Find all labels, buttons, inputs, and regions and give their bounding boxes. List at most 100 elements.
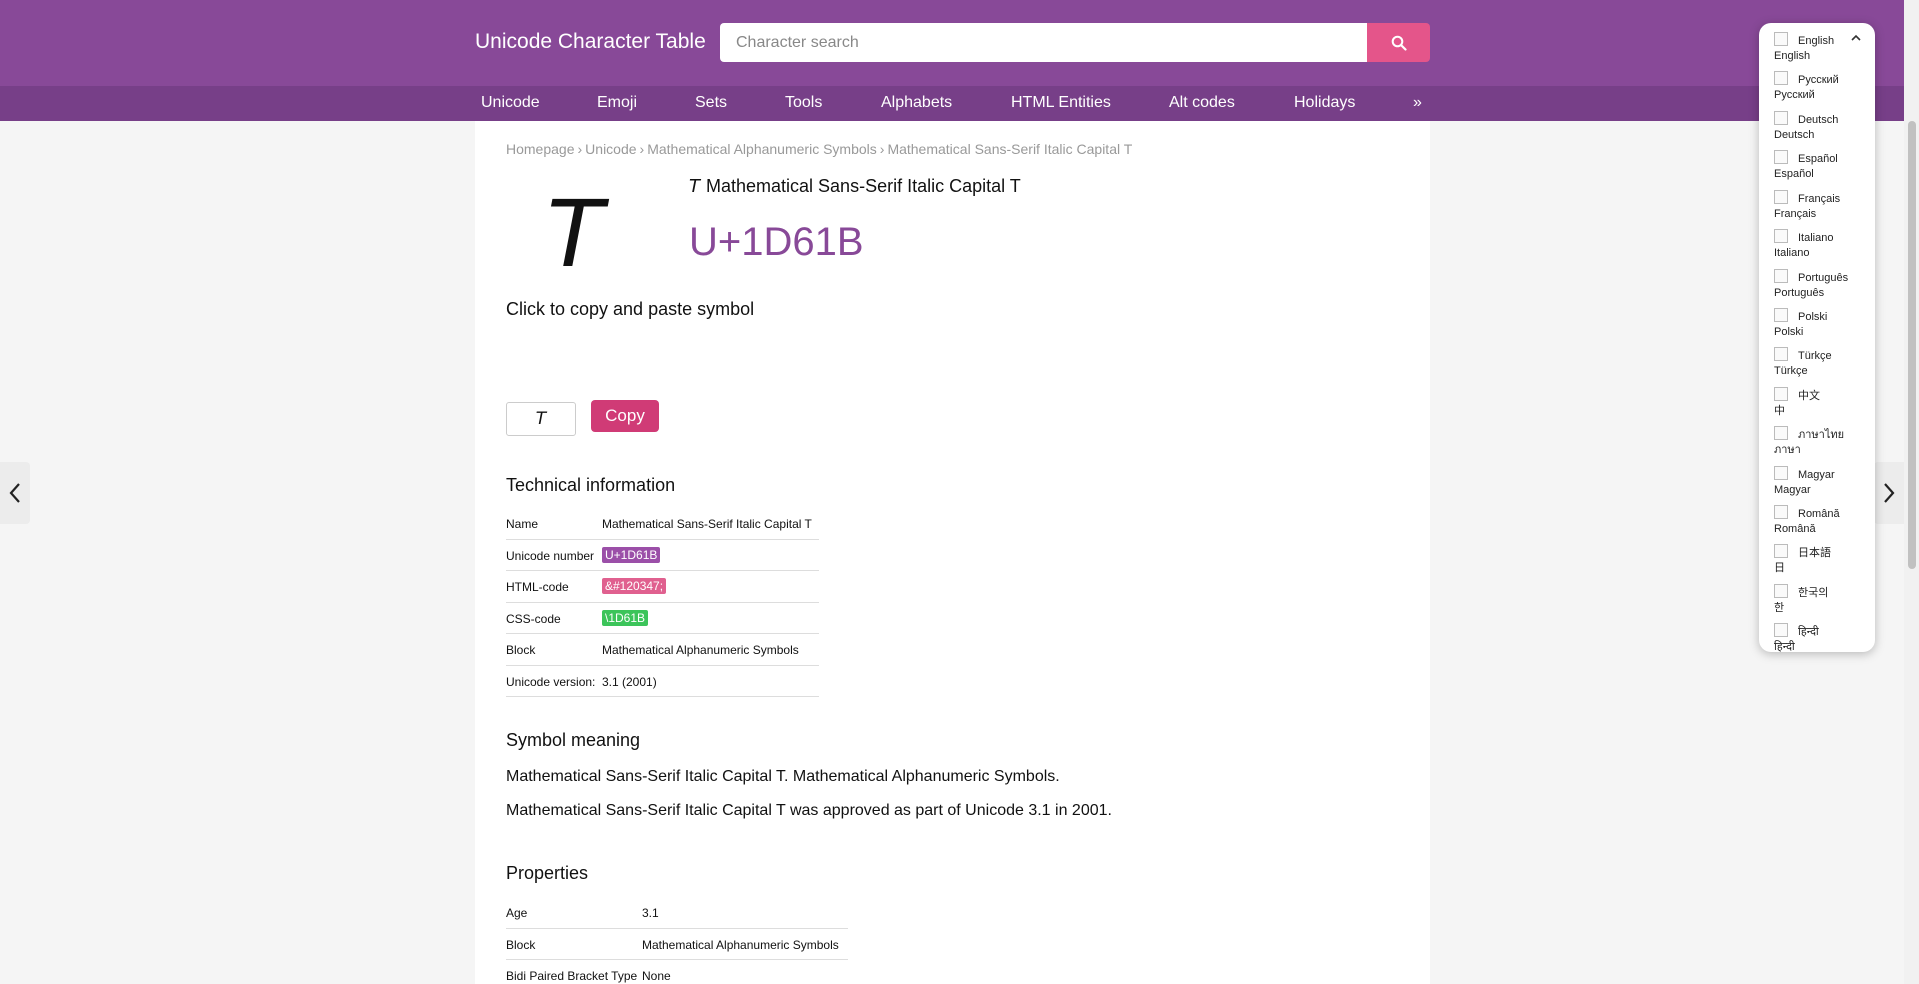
breadcrumb-unicode[interactable]: Unicode — [585, 141, 636, 157]
table-row: Unicode version: 3.1 (2001) — [506, 666, 819, 697]
breadcrumb-separator: › — [639, 141, 645, 157]
language-dropdown: English English Русский Русский Deutsch Deu… — [1759, 23, 1875, 652]
language-alt: Русский — [1774, 89, 1815, 101]
language-option-german[interactable]: Deutsch Deutsch — [1774, 111, 1864, 143]
language-label: 日本語 — [1798, 547, 1831, 559]
language-label: 한국의 — [1798, 587, 1829, 599]
language-option-japanese[interactable]: 日本語日 — [1774, 544, 1864, 576]
row-key: Bidi Paired Bracket Type — [506, 969, 638, 983]
nav-item-alt-codes[interactable]: Alt codes — [1169, 94, 1235, 112]
language-alt: 中 — [1774, 405, 1785, 417]
technical-table: Name Mathematical Sans-Serif Italic Capi… — [506, 508, 819, 697]
nav-item-html-entities[interactable]: HTML Entities — [1011, 94, 1111, 112]
breadcrumb-separator: › — [577, 141, 583, 157]
css-code-badge[interactable]: \1D61B — [602, 609, 649, 626]
table-row: HTML-code &#120347; — [506, 571, 819, 603]
nav-item-unicode[interactable]: Unicode — [481, 94, 540, 112]
meaning-paragraph: Mathematical Sans-Serif Italic Capital T… — [506, 768, 1060, 785]
block-link[interactable]: Mathematical Alphanumeric Symbols — [602, 643, 799, 657]
html-code-badge[interactable]: &#120347; — [602, 578, 667, 594]
language-alt: Magyar — [1774, 484, 1811, 496]
language-label: Türkçe — [1798, 350, 1832, 362]
nav-item-tools[interactable]: Tools — [785, 94, 822, 112]
character-name: Mathematical Sans-Serif Italic Capital T — [706, 176, 1021, 196]
copy-button[interactable]: Copy — [591, 400, 659, 432]
page-scrollbar[interactable] — [1904, 0, 1919, 984]
language-alt: English — [1774, 50, 1811, 62]
properties-heading: Properties — [506, 863, 589, 883]
character-glyph: 𝘛 — [547, 181, 604, 288]
flag-icon — [1774, 584, 1788, 598]
language-option-korean[interactable]: 한국의 한 — [1774, 584, 1864, 616]
meaning-paragraph: Mathematical Sans-Serif Italic Capital T… — [506, 802, 1112, 819]
language-alt: Português — [1774, 287, 1825, 299]
language-option-turkish[interactable]: Türkçe Türkçe — [1774, 347, 1864, 379]
scrollbar-thumb[interactable] — [1908, 121, 1916, 569]
row-key: Block — [506, 643, 536, 657]
nav-item-alphabets[interactable]: Alphabets — [881, 94, 952, 112]
copy-heading: Click to copy and paste symbol — [506, 299, 755, 319]
nav-item-sets[interactable]: Sets — [695, 94, 727, 112]
table-row: Block Mathematical Alphanumeric Symbols — [506, 929, 848, 960]
language-option-romanian[interactable]: Română Română — [1774, 505, 1864, 537]
language-option-polish[interactable]: Polski Polski — [1774, 308, 1864, 340]
language-option-spanish[interactable]: Español Español — [1774, 150, 1864, 182]
breadcrumb-block[interactable]: Mathematical Alphanumeric Symbols — [647, 141, 877, 157]
nav-item-emoji[interactable]: Emoji — [597, 94, 637, 112]
row-key: Unicode number — [506, 548, 595, 563]
language-label: English — [1798, 35, 1835, 47]
search-button[interactable] — [1367, 23, 1430, 62]
language-option-chinese[interactable]: 中文中 — [1774, 387, 1864, 419]
character-title-symbol: 𝘛 — [689, 176, 700, 196]
nav-item-more[interactable]: » — [1413, 94, 1422, 112]
row-key: CSS-code — [506, 611, 561, 626]
next-character-button[interactable] — [1874, 462, 1904, 524]
row-key: Age — [506, 906, 528, 920]
language-option-french[interactable]: Français Français — [1774, 190, 1864, 222]
language-option-portuguese[interactable]: Português Português — [1774, 269, 1864, 301]
row-value: None — [642, 969, 671, 983]
language-option-hungarian[interactable]: Magyar Magyar — [1774, 466, 1864, 498]
language-label: Română — [1798, 508, 1840, 520]
breadcrumb: Homepage › Unicode › Mathematical Alphanumer… — [506, 141, 1132, 157]
language-option-russian[interactable]: Русский Русский — [1774, 71, 1864, 103]
table-row: CSS-code \1D61B — [506, 603, 819, 634]
language-alt: Español — [1774, 168, 1814, 180]
search-input[interactable] — [720, 23, 1368, 62]
language-alt: Türkçe — [1774, 365, 1808, 377]
row-key: Name — [506, 517, 539, 531]
language-label: ภาษาไทย — [1798, 429, 1845, 441]
row-key: Unicode version: — [506, 674, 596, 689]
breadcrumb-homepage[interactable]: Homepage — [506, 141, 575, 157]
language-label: हिन्दी — [1798, 626, 1819, 638]
row-key: Block — [506, 937, 536, 952]
unicode-number-badge[interactable]: U+1D61B — [602, 546, 661, 563]
character-codepoint: U+1D61B — [689, 220, 864, 264]
copy-symbol-field[interactable] — [506, 402, 576, 436]
flag-icon — [1774, 623, 1788, 637]
flag-icon — [1774, 505, 1788, 519]
row-value: Mathematical Sans-Serif Italic Capital T — [602, 517, 812, 531]
row-value: 3.1 (2001) — [602, 674, 657, 689]
language-option-english[interactable]: English English — [1774, 32, 1864, 64]
row-value: 3.1 — [642, 906, 659, 920]
nav-item-holidays[interactable]: Holidays — [1294, 94, 1355, 112]
main-nav: Unicode Emoji Sets Tools Alphabets HTML … — [0, 86, 1919, 121]
top-header: Unicode Character Table — [0, 0, 1919, 86]
language-option-thai[interactable]: ภาษาไทย ภาษา — [1774, 426, 1864, 458]
flag-icon — [1774, 111, 1788, 125]
search-bar — [720, 23, 1430, 62]
language-alt: Italiano — [1774, 247, 1810, 259]
table-row: Age 3.1 — [506, 897, 848, 929]
language-alt: 日 — [1774, 562, 1785, 574]
breadcrumb-separator: › — [879, 141, 885, 157]
prev-character-button[interactable] — [0, 462, 30, 524]
language-label: Italiano — [1798, 232, 1834, 244]
language-option-italian[interactable]: Italiano Italiano — [1774, 229, 1864, 261]
site-logo[interactable]: Unicode Character Table — [475, 30, 706, 54]
language-option-hindi[interactable]: हिन्दी हिन्दी — [1774, 623, 1864, 652]
language-label: Magyar — [1798, 469, 1835, 481]
language-alt: Français — [1774, 208, 1817, 220]
flag-icon — [1774, 32, 1788, 46]
flag-icon — [1774, 426, 1788, 440]
